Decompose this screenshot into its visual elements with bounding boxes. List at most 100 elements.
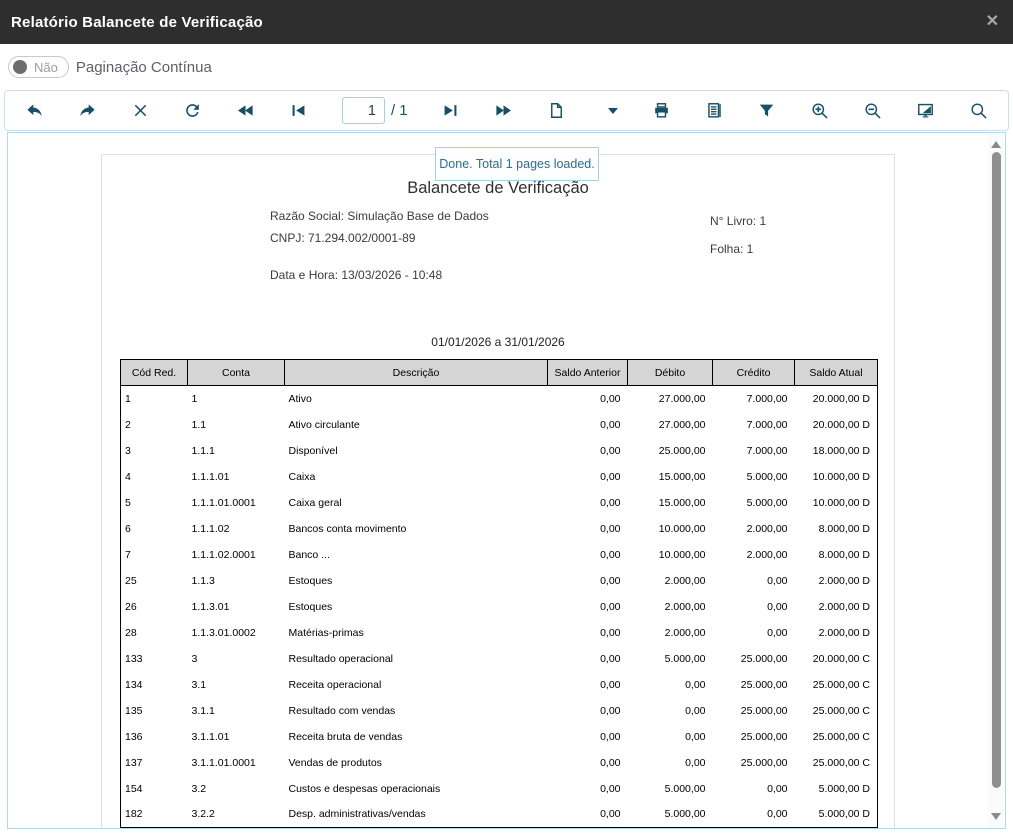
first-page-button[interactable] — [289, 101, 308, 120]
table-cell: 20.000,00 D — [795, 412, 878, 438]
report-page: Balancete de Verificação Razão Social: S… — [101, 154, 895, 829]
table-cell: 3 — [188, 646, 285, 672]
table-cell: 0,00 — [548, 802, 628, 828]
table-cell: 3.1.1 — [188, 698, 285, 724]
cnpj: CNPJ: 71.294.002/0001-89 — [270, 231, 415, 245]
table-cell: 2.000,00 D — [795, 594, 878, 620]
table-cell: 27.000,00 — [628, 412, 713, 438]
table-cell: Caixa geral — [285, 490, 548, 516]
download-button[interactable] — [600, 108, 618, 114]
print-icon — [652, 101, 671, 120]
table-cell: 0,00 — [548, 698, 628, 724]
table-cell: 3.1.1.01.0001 — [188, 750, 285, 776]
table-cell: Caixa — [285, 464, 548, 490]
report-pages-button[interactable] — [705, 101, 724, 120]
last-page-button[interactable] — [441, 101, 460, 120]
table-cell: 2.000,00 D — [795, 620, 878, 646]
table-cell: 0,00 — [548, 412, 628, 438]
cancel-button[interactable] — [131, 101, 150, 120]
table-cell: 0,00 — [713, 802, 795, 828]
table-cell: 3.2 — [188, 776, 285, 802]
table-cell: 6 — [121, 516, 188, 542]
undo-button[interactable] — [25, 101, 44, 120]
column-header: Débito — [628, 360, 713, 386]
close-icon[interactable]: ✕ — [986, 14, 999, 30]
zoom-out-button[interactable] — [863, 101, 882, 120]
new-document-button[interactable] — [547, 101, 566, 120]
vertical-scrollbar[interactable] — [988, 133, 1005, 828]
data-hora: Data e Hora: 13/03/2026 - 10:48 — [270, 268, 442, 282]
refresh-icon — [183, 101, 202, 120]
table-cell: Banco ... — [285, 542, 548, 568]
table-cell: Bancos conta movimento — [285, 516, 548, 542]
first-page-icon — [289, 101, 308, 120]
numero-livro: N° Livro: 1 — [710, 214, 766, 228]
column-header: Saldo Atual — [795, 360, 878, 386]
print-button[interactable] — [652, 101, 671, 120]
table-cell: 1.1.3.01 — [188, 594, 285, 620]
table-body: 11Ativo0,0027.000,007.000,0020.000,00 D2… — [121, 386, 878, 828]
table-cell: 1.1 — [188, 412, 285, 438]
zoom-in-button[interactable] — [810, 101, 829, 120]
table-cell: 18.000,00 D — [795, 438, 878, 464]
table-row: 1373.1.1.01.0001Vendas de produtos0,000,… — [121, 750, 878, 776]
page-number-input[interactable] — [342, 97, 385, 124]
table-cell: Desp. administrativas/vendas — [285, 802, 548, 828]
table-cell: 25.000,00 — [713, 724, 795, 750]
folha: Folha: 1 — [710, 242, 753, 256]
redo-button[interactable] — [78, 101, 97, 120]
report-period: 01/01/2026 a 31/01/2026 — [102, 335, 894, 349]
fast-forward-button[interactable] — [494, 101, 513, 120]
table-cell: 25.000,00 C — [795, 698, 878, 724]
pagination-toggle-label: Paginação Contínua — [76, 59, 212, 76]
table-cell: Receita operacional — [285, 672, 548, 698]
presentation-button[interactable] — [916, 101, 935, 120]
table-cell: 3 — [121, 438, 188, 464]
table-cell: 2 — [121, 412, 188, 438]
scroll-down-icon[interactable] — [991, 813, 1001, 820]
table-cell: 0,00 — [713, 594, 795, 620]
table-cell: 5.000,00 D — [795, 802, 878, 828]
page-navigation-group: / 1 — [342, 97, 408, 124]
table-cell: 2.000,00 — [628, 594, 713, 620]
table-cell: 2.000,00 — [713, 542, 795, 568]
table-cell: 0,00 — [548, 724, 628, 750]
table-cell: 0,00 — [713, 620, 795, 646]
table-cell: 25.000,00 — [713, 672, 795, 698]
modal-title: Relatório Balancete de Verificação — [11, 14, 263, 31]
table-cell: 5.000,00 — [628, 776, 713, 802]
table-cell: 7.000,00 — [713, 386, 795, 412]
table-cell: 25.000,00 — [713, 750, 795, 776]
table-cell: 1 — [188, 386, 285, 412]
table-row: 1343.1Receita operacional0,000,0025.000,… — [121, 672, 878, 698]
table-cell: Ativo — [285, 386, 548, 412]
filter-button[interactable] — [757, 101, 776, 120]
scroll-up-icon[interactable] — [991, 141, 1001, 148]
table-cell: 1 — [121, 386, 188, 412]
table-cell: 27.000,00 — [628, 386, 713, 412]
table-cell: Estoques — [285, 594, 548, 620]
search-button[interactable] — [969, 101, 988, 120]
fast-backward-icon — [236, 101, 255, 120]
table-cell: 136 — [121, 724, 188, 750]
table-cell: 25.000,00 C — [795, 750, 878, 776]
table-cell: 2.000,00 — [713, 516, 795, 542]
pagination-toggle-row: Não Paginação Contínua — [0, 44, 1013, 90]
table-cell: Ativo circulante — [285, 412, 548, 438]
table-cell: 1.1.3 — [188, 568, 285, 594]
table-cell: 8.000,00 D — [795, 516, 878, 542]
download-caret-icon[interactable] — [608, 108, 618, 114]
scrollbar-thumb[interactable] — [992, 152, 1001, 788]
fast-backward-button[interactable] — [236, 101, 255, 120]
table-cell: 0,00 — [548, 620, 628, 646]
table-cell: 133 — [121, 646, 188, 672]
table-cell: 1.1.1 — [188, 438, 285, 464]
table-cell: 10.000,00 D — [795, 464, 878, 490]
table-cell: 0,00 — [628, 698, 713, 724]
column-header: Crédito — [713, 360, 795, 386]
table-cell: 1.1.1.02 — [188, 516, 285, 542]
refresh-button[interactable] — [183, 101, 202, 120]
table-cell: Resultado operacional — [285, 646, 548, 672]
table-row: 1543.2Custos e despesas operacionais0,00… — [121, 776, 878, 802]
continuous-pagination-toggle[interactable]: Não — [8, 56, 69, 78]
